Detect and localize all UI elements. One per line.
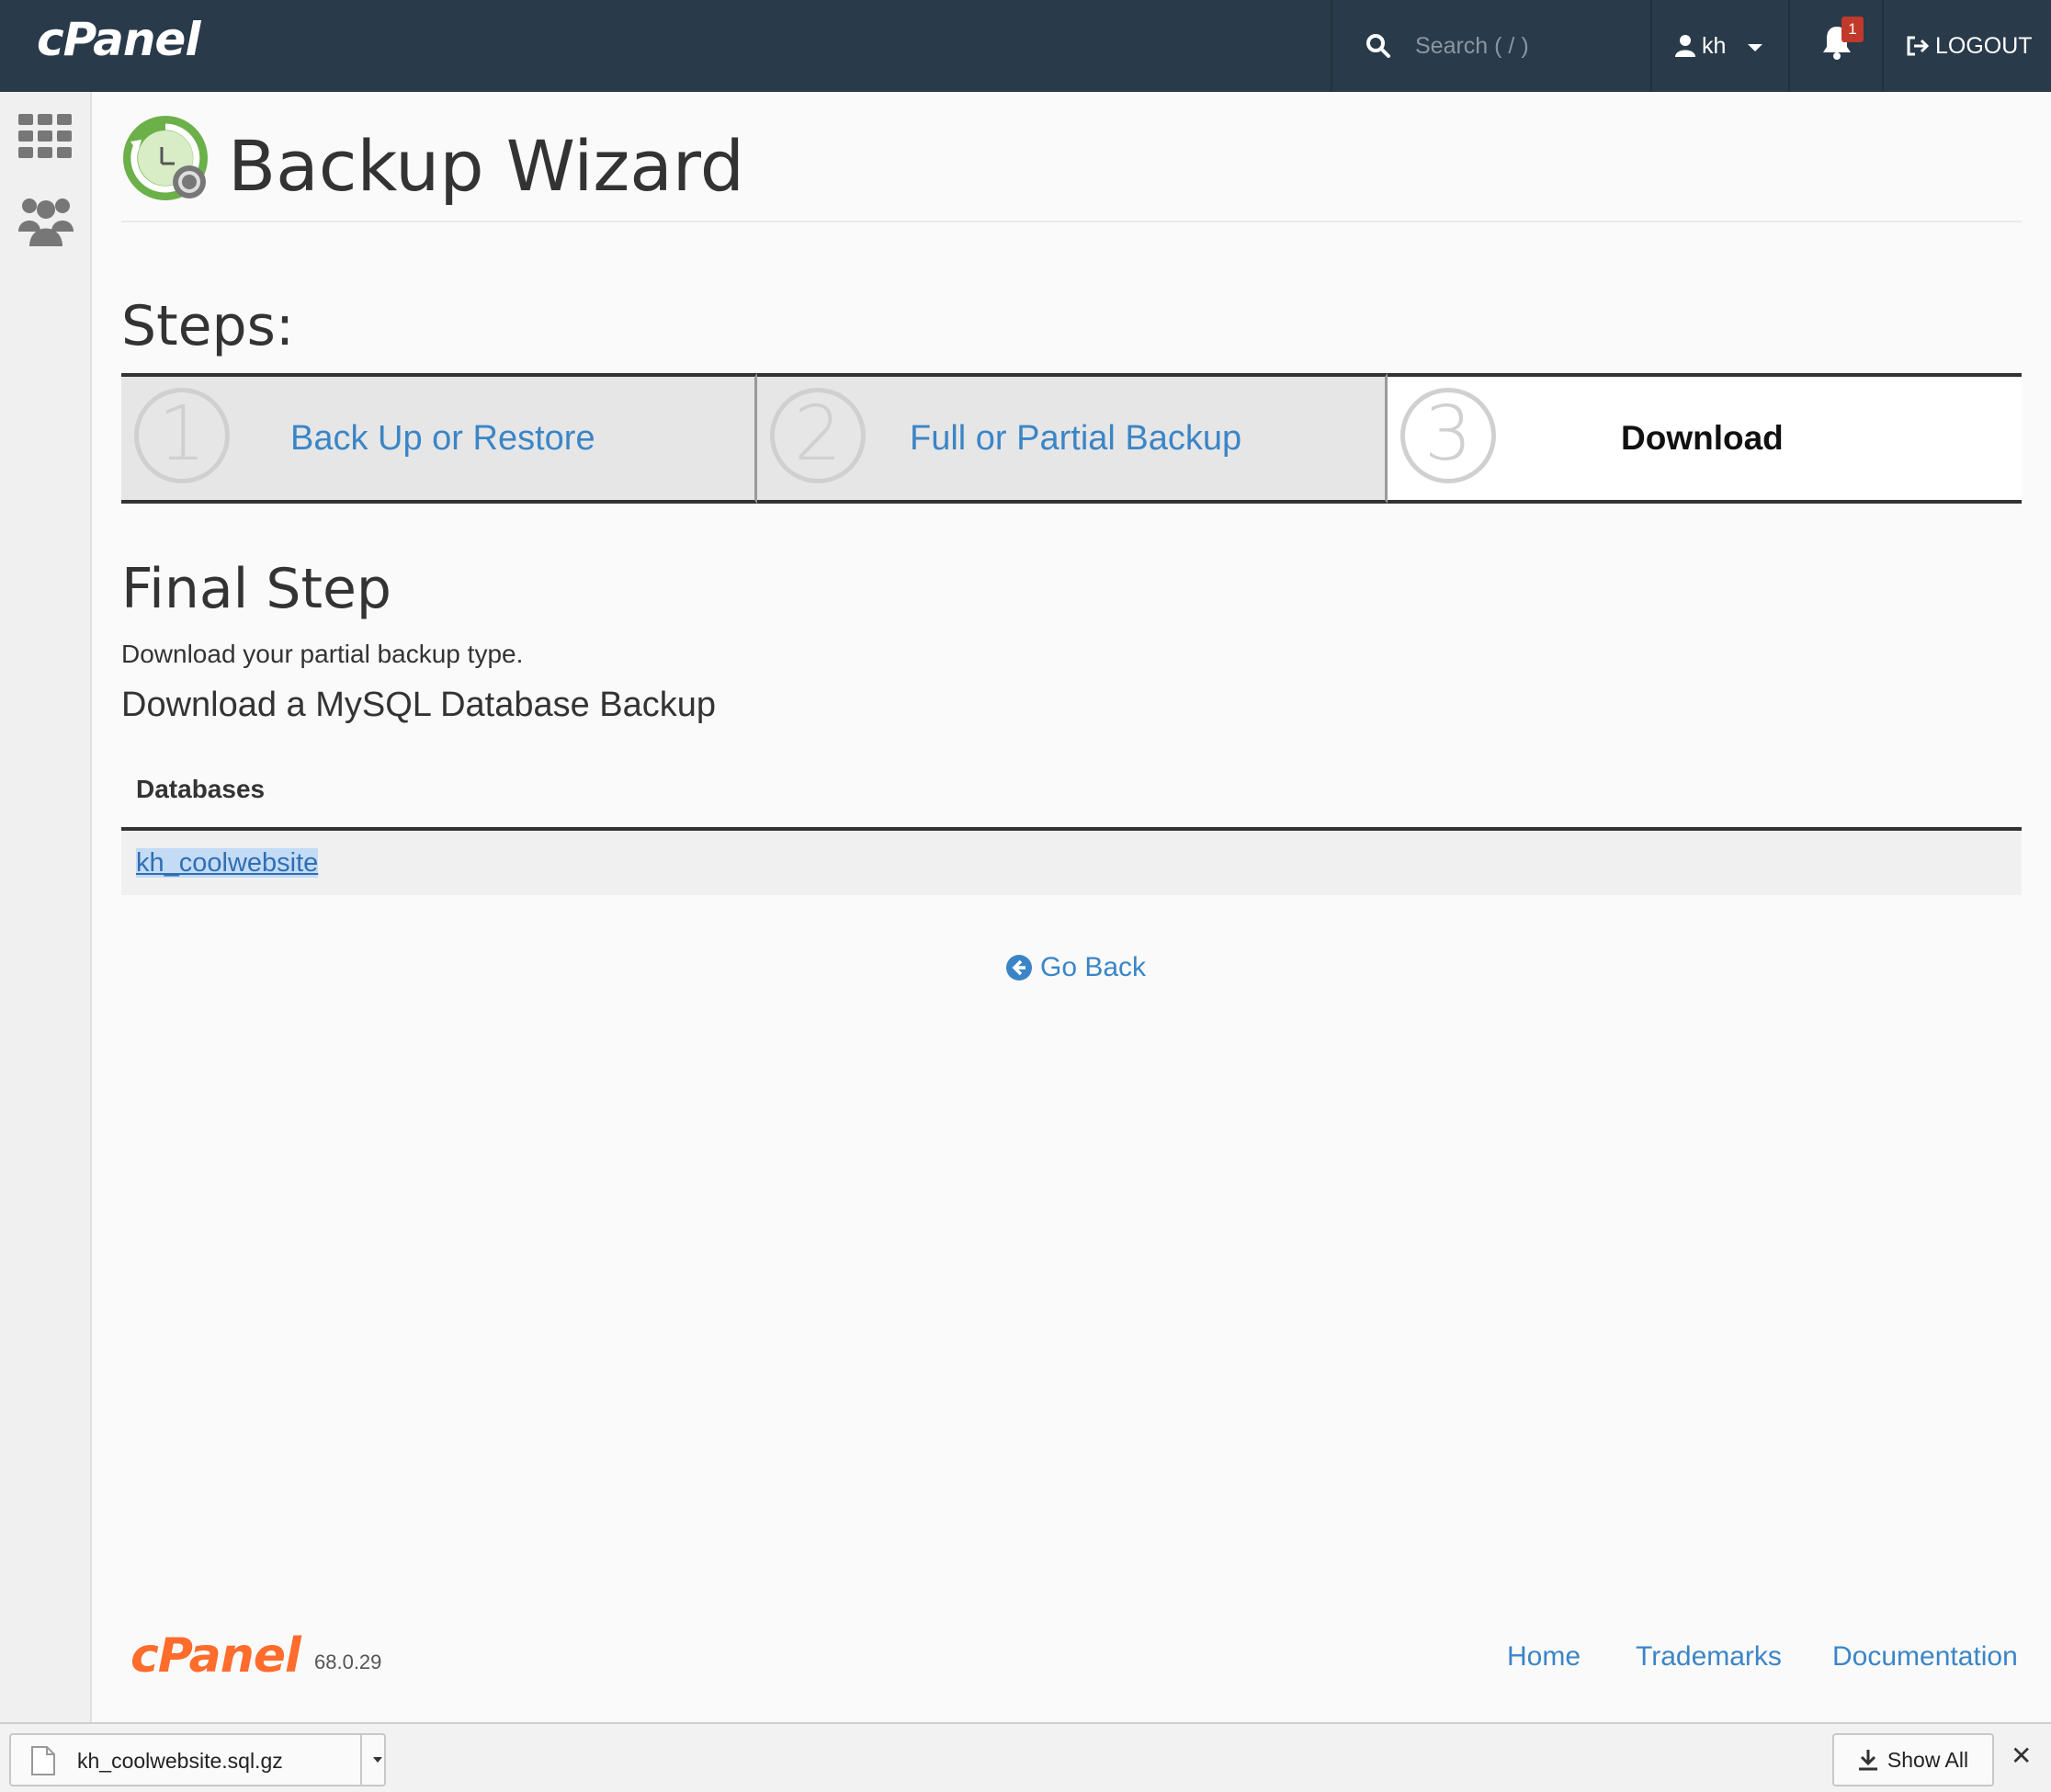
page-header: Backup Wizard: [121, 112, 2022, 222]
username: kh: [1702, 32, 1727, 59]
navbar-divider: [1788, 0, 1790, 92]
table-row: kh_coolwebsite: [121, 831, 2022, 895]
go-back-link[interactable]: Go Back: [1005, 952, 1146, 983]
download-icon: [1858, 1750, 1877, 1771]
mysql-backup-heading: Download a MySQL Database Backup: [121, 686, 717, 724]
step-back-up-or-restore[interactable]: 1 Back Up or Restore: [121, 373, 757, 504]
cpanel-logo[interactable]: cPanel: [37, 13, 200, 66]
steps-heading: Steps:: [121, 294, 295, 358]
user-icon: [1675, 35, 1695, 57]
top-navbar: cPanel Search ( / ) kh 1 LOGOUT: [0, 0, 2051, 92]
chevron-down-icon: [1748, 44, 1763, 51]
users-icon[interactable]: [18, 195, 74, 246]
show-all-button[interactable]: Show All: [1832, 1733, 1994, 1786]
backup-wizard-icon: [123, 116, 208, 200]
table-header-databases: Databases: [121, 752, 2022, 831]
footer-link-documentation[interactable]: Documentation: [1832, 1641, 2018, 1673]
footer-version: 68.0.29: [314, 1650, 382, 1673]
database-download-link[interactable]: kh_coolwebsite: [136, 848, 319, 878]
download-menu-divider: [360, 1735, 362, 1785]
footer-cpanel-logo: cPanel: [130, 1628, 301, 1684]
navbar-divider: [1650, 0, 1652, 92]
final-step-description: Download your partial backup type.: [121, 640, 524, 668]
navbar-divider: [1331, 0, 1332, 92]
search-box[interactable]: Search ( / ): [1365, 0, 1641, 92]
download-file-name: kh_coolwebsite.sql.gz: [77, 1749, 283, 1773]
sidebar: [0, 92, 92, 1722]
logout-button[interactable]: LOGOUT: [1906, 0, 2033, 92]
logout-icon: [1907, 36, 1930, 56]
show-all-label: Show All: [1887, 1747, 1969, 1772]
step-download-current: 3 Download: [1388, 373, 2022, 504]
wizard-steps: 1 Back Up or Restore 2 Full or Partial B…: [121, 373, 2022, 504]
step-number: 1: [134, 388, 230, 483]
browser-download-bar: kh_coolwebsite.sql.gz Show All ✕: [0, 1722, 2051, 1792]
footer-link-trademarks[interactable]: Trademarks: [1636, 1641, 1782, 1673]
step-full-or-partial-backup[interactable]: 2 Full or Partial Backup: [757, 373, 1388, 504]
step-link[interactable]: Back Up or Restore: [290, 377, 595, 500]
download-item[interactable]: kh_coolwebsite.sql.gz: [9, 1733, 386, 1786]
notification-count-badge: 1: [1841, 17, 1864, 42]
step-link[interactable]: Full or Partial Backup: [910, 377, 1241, 500]
step-current-label: Download: [1621, 419, 1784, 457]
caret-down-icon[interactable]: [373, 1757, 382, 1763]
step-number: 3: [1400, 388, 1496, 483]
file-icon: [31, 1746, 55, 1775]
databases-table: Databases kh_coolwebsite: [121, 752, 2022, 895]
final-step-heading: Final Step: [121, 557, 391, 621]
logout-label: LOGOUT: [1935, 32, 2033, 59]
page-title: Backup Wizard: [228, 125, 744, 207]
navbar-divider: [1882, 0, 1884, 92]
step-number: 2: [770, 388, 866, 483]
search-input[interactable]: Search ( / ): [1415, 33, 1529, 60]
go-back-label: Go Back: [1040, 952, 1147, 982]
footer-link-home[interactable]: Home: [1507, 1641, 1581, 1673]
search-icon: [1366, 34, 1390, 58]
apps-grid-icon[interactable]: [18, 114, 72, 158]
arrow-circle-left-icon: [1006, 955, 1032, 981]
close-download-bar-icon[interactable]: ✕: [2011, 1741, 2032, 1771]
user-menu[interactable]: kh: [1674, 0, 1763, 92]
